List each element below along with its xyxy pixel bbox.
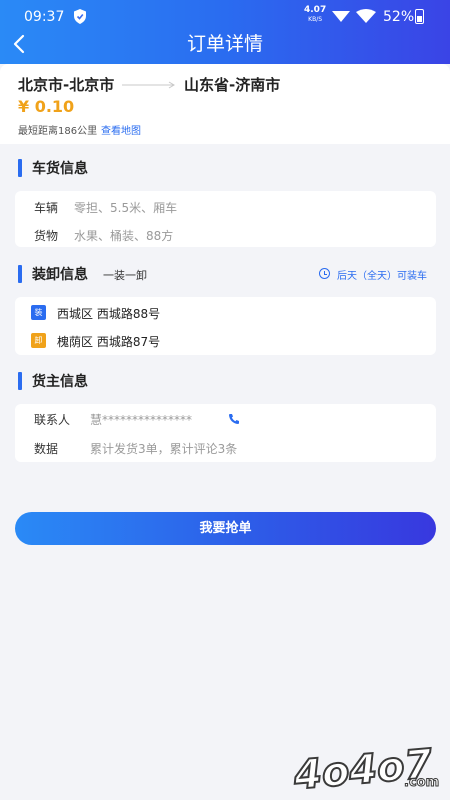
phone-icon[interactable] xyxy=(228,413,240,425)
app-header: 09:37 4.07 KB/S 52% 订单详情 xyxy=(0,0,450,64)
wifi-icon xyxy=(356,9,376,23)
vehicle-value: 零担、5.5米、厢车 xyxy=(74,201,178,215)
signal-icon xyxy=(332,11,350,22)
net-speed: 4.07 KB/S xyxy=(304,5,327,24)
battery-percent: 52% xyxy=(383,9,415,25)
loading-time-note: 后天（全天）可装车 xyxy=(337,271,427,282)
unload-badge: 卸 xyxy=(31,333,46,348)
load-address: 西城区 西城路88号 xyxy=(57,307,161,321)
data-value: 累计发货3单，累计评论3条 xyxy=(90,442,238,456)
battery-icon xyxy=(415,9,424,24)
contact-label: 联系人 xyxy=(34,413,71,427)
loading-mode: 一装一卸 xyxy=(103,269,147,282)
status-bar: 09:37 4.07 KB/S 52% xyxy=(0,0,450,32)
clock-icon xyxy=(319,268,330,279)
section-title-cargo: 车货信息 xyxy=(18,158,88,178)
order-price: ¥ 0.10 xyxy=(18,97,75,116)
unload-address: 槐荫区 西城路87号 xyxy=(57,335,161,349)
load-badge: 装 xyxy=(31,305,46,320)
route-card: 北京市-北京市 山东省-济南市 ¥ 0.10 最短距离186公里 查看地图 xyxy=(0,64,450,144)
page-title: 订单详情 xyxy=(186,33,263,55)
view-map-link[interactable]: 查看地图 xyxy=(101,122,141,137)
watermark-logo: 4o4o7 .com xyxy=(292,742,440,794)
status-time: 09:37 xyxy=(24,9,65,25)
data-label: 数据 xyxy=(34,442,59,456)
cargo-card: 车辆 零担、5.5米、厢车 货物 水果、桶装、88方 xyxy=(15,191,436,247)
section-title-owner: 货主信息 xyxy=(18,371,88,391)
watermark-suffix: .com xyxy=(404,775,439,790)
loading-card: 装 西城区 西城路88号 卸 槐荫区 西城路87号 xyxy=(15,297,436,355)
goods-label: 货物 xyxy=(34,229,59,243)
goods-value: 水果、桶装、88方 xyxy=(74,229,174,243)
shield-icon xyxy=(74,9,86,24)
route-arrow-icon xyxy=(122,81,175,89)
route-distance: 最短距离186公里 xyxy=(18,126,98,137)
vehicle-label: 车辆 xyxy=(34,201,59,215)
section-title-loading: 装卸信息 xyxy=(18,264,88,284)
owner-card: 联系人 慧*************** 数据 累计发货3单，累计评论3条 xyxy=(15,404,436,462)
contact-value: 慧*************** xyxy=(90,413,193,427)
route-origin: 北京市-北京市 xyxy=(18,76,115,94)
grab-order-button[interactable]: 我要抢单 xyxy=(15,512,436,545)
route-destination: 山东省-济南市 xyxy=(184,76,281,94)
